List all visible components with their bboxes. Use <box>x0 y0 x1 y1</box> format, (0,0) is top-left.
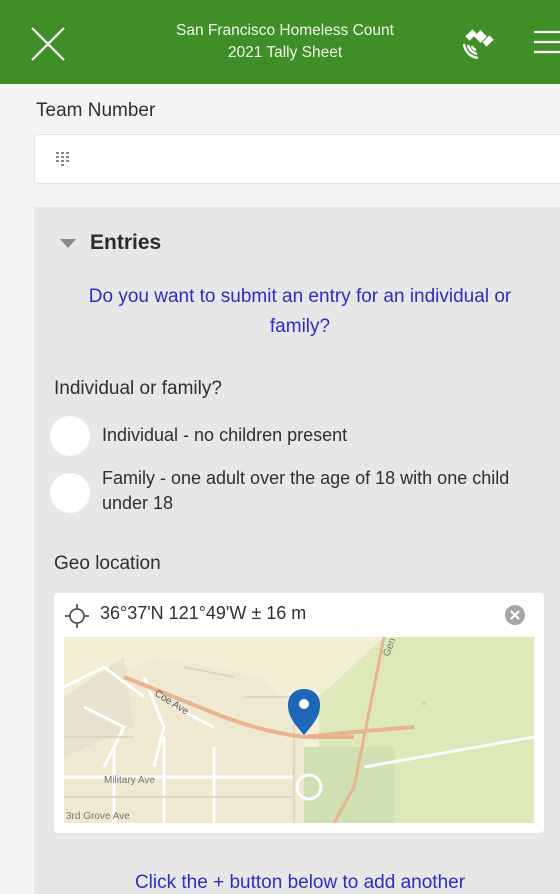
close-icon[interactable] <box>28 24 68 64</box>
geo-location-label: Geo location <box>54 553 161 574</box>
geo-location-header: 36°37'N 121°49'W ± 16 m <box>54 593 544 637</box>
geo-location-field[interactable]: 36°37'N 121°49'W ± 16 m Coe Ave Military… <box>54 593 544 833</box>
add-another-note: Click the + button below to add another <box>134 872 466 893</box>
radio-button-family[interactable] <box>50 473 90 513</box>
entries-group-header[interactable]: Entries <box>58 228 161 258</box>
team-number-input[interactable] <box>34 134 560 184</box>
individual-or-family-label: Individual or family? <box>54 378 222 399</box>
satellite-gps-icon[interactable] <box>458 22 500 64</box>
option-family-label: Family - one adult over the age of 18 wi… <box>102 468 510 513</box>
map-label-grove-ave: 3rd Grove Ave <box>66 811 130 822</box>
page-title: San Francisco Homeless Count 2021 Tally … <box>150 20 420 64</box>
title-line-1: San Francisco Homeless Count <box>176 22 394 39</box>
title-line-2: 2021 Tally Sheet <box>227 44 343 61</box>
hamburger-menu-icon[interactable] <box>530 26 560 58</box>
radio-button-individual[interactable] <box>50 416 90 456</box>
option-family[interactable]: Family - one adult over the age of 18 wi… <box>50 466 542 516</box>
app-header: San Francisco Homeless Count 2021 Tally … <box>0 0 560 84</box>
map-label-military-ave: Military Ave <box>104 775 155 786</box>
entries-note: Do you want to submit an entry for an in… <box>88 286 512 337</box>
caret-down-icon <box>60 238 76 248</box>
entries-label: Entries <box>90 231 162 254</box>
crosshair-target-icon[interactable] <box>64 603 90 629</box>
option-individual-label: Individual - no children present <box>102 425 348 445</box>
map-view[interactable]: Coe Ave Military Ave 3rd Grove Ave Gen <box>64 637 534 823</box>
option-individual[interactable]: Individual - no children present <box>50 416 542 456</box>
geo-coordinates: 36°37'N 121°49'W ± 16 m <box>100 603 307 623</box>
clear-icon[interactable] <box>504 604 526 626</box>
team-number-label: Team Number <box>36 100 156 121</box>
numeric-keypad-icon <box>56 152 69 166</box>
